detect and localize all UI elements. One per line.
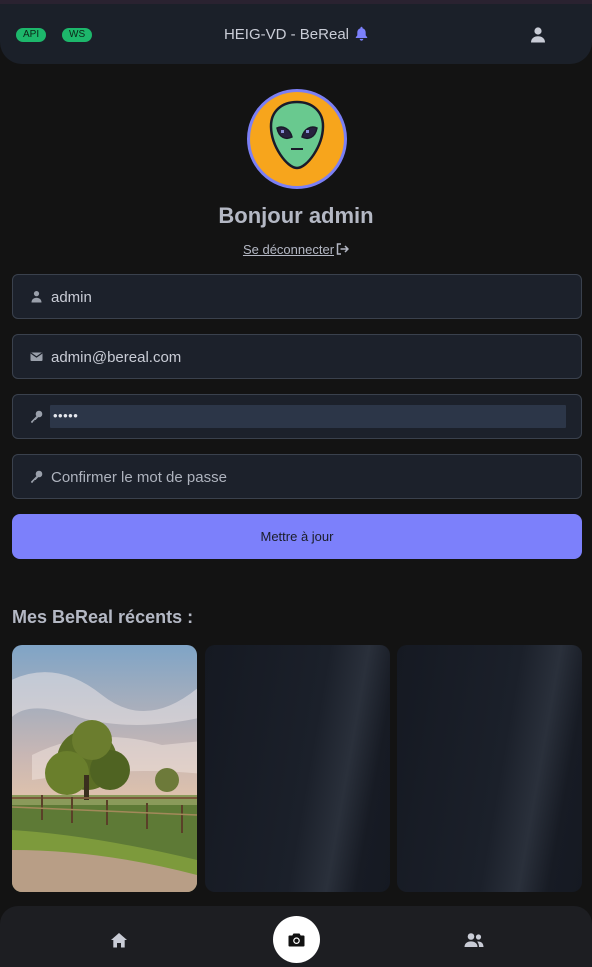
username-field[interactable]: admin [12,274,582,319]
password-field[interactable]: ••••• [12,394,582,439]
password-input[interactable]: ••••• [50,405,566,428]
key-icon [31,470,43,483]
bottom-nav [0,906,592,967]
recent-bereal-title: Mes BeReal récents : [12,607,194,627]
envelope-icon [30,352,43,361]
camera-icon [288,933,305,947]
recent-bereal-placeholder [397,645,582,892]
logout-label: Se déconnecter [242,242,335,257]
app-title: HEIG-VD - BeReal [0,26,592,45]
friends-icon[interactable] [464,932,484,948]
user-icon[interactable] [529,26,547,44]
username-value: admin [51,289,92,306]
recent-bereal-placeholder [205,645,390,892]
confirm-password-field[interactable]: Confirmer le mot de passe [12,454,582,499]
update-button[interactable]: Mettre à jour [12,514,582,559]
app-title-text: HEIG-VD - BeReal [223,26,350,43]
password-value: ••••• [53,408,79,423]
home-icon[interactable] [110,932,128,948]
key-icon [31,410,43,423]
app-header: API WS HEIG-VD - BeReal [0,4,592,64]
logout-icon[interactable] [336,243,350,255]
recent-bereal-thumbnail[interactable] [12,645,197,892]
camera-button[interactable] [273,916,320,963]
greeting-heading: Bonjour admin [218,203,374,228]
logout-link[interactable]: Se déconnecter [243,242,334,257]
alien-avatar[interactable] [247,89,347,189]
bell-icon[interactable] [355,26,368,45]
logout-link-wrapper: Se déconnecter [0,242,592,257]
user-icon [31,291,42,303]
email-value: admin@bereal.com [51,349,182,366]
email-field[interactable]: admin@bereal.com [12,334,582,379]
confirm-password-placeholder: Confirmer le mot de passe [51,469,227,486]
